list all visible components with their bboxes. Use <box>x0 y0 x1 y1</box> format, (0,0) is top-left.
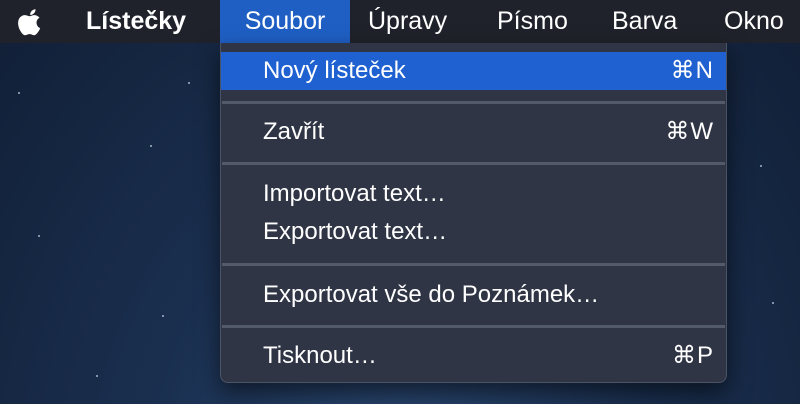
menu-item-export-all-to-notes[interactable]: Exportovat vše do Poznámek… <box>221 276 726 314</box>
menu-separator <box>222 263 725 266</box>
menu-bar: Lístečky Soubor Úpravy Písmo Barva Okno <box>0 0 800 43</box>
shortcut-label: ⌘N <box>670 57 714 84</box>
background-star <box>96 375 98 377</box>
menu-item-label: Tisknout… <box>263 342 377 369</box>
menu-separator <box>222 101 725 104</box>
menu-pismo[interactable]: Písmo <box>497 0 568 43</box>
menu-item-export-text[interactable]: Exportovat text… <box>221 213 726 251</box>
menu-barva[interactable]: Barva <box>612 0 677 43</box>
menu-item-import-text[interactable]: Importovat text… <box>221 175 726 213</box>
background-star <box>772 302 774 304</box>
menu-item-label: Importovat text… <box>263 180 446 207</box>
apple-icon[interactable] <box>14 0 52 43</box>
background-star <box>18 92 20 94</box>
menu-item-print[interactable]: Tisknout… ⌘P <box>221 337 726 375</box>
shortcut-label: ⌘W <box>665 118 714 145</box>
background-star <box>188 82 190 84</box>
menu-item-new-note[interactable]: Nový lísteček ⌘N <box>221 52 726 90</box>
app-name-menu[interactable]: Lístečky <box>86 0 186 43</box>
menu-item-label: Exportovat vše do Poznámek… <box>263 281 600 308</box>
menu-separator <box>222 162 725 165</box>
background-star <box>760 165 762 167</box>
menu-item-label: Zavřít <box>263 118 325 145</box>
menu-upravy[interactable]: Úpravy <box>368 0 447 43</box>
menu-item-label: Exportovat text… <box>263 218 448 245</box>
menu-item-close[interactable]: Zavřít ⌘W <box>221 113 726 151</box>
menu-okno[interactable]: Okno <box>724 0 784 43</box>
menu-item-label: Nový lísteček <box>263 57 406 84</box>
shortcut-label: ⌘P <box>671 342 714 369</box>
menu-separator <box>222 325 725 328</box>
menu-soubor[interactable]: Soubor <box>220 0 350 43</box>
apple-logo-glyph <box>18 9 41 36</box>
background-star <box>38 235 40 237</box>
soubor-dropdown-menu: Nový lísteček ⌘N Zavřít ⌘W Importovat te… <box>220 43 727 383</box>
background-star <box>162 315 164 317</box>
background-star <box>150 145 152 147</box>
